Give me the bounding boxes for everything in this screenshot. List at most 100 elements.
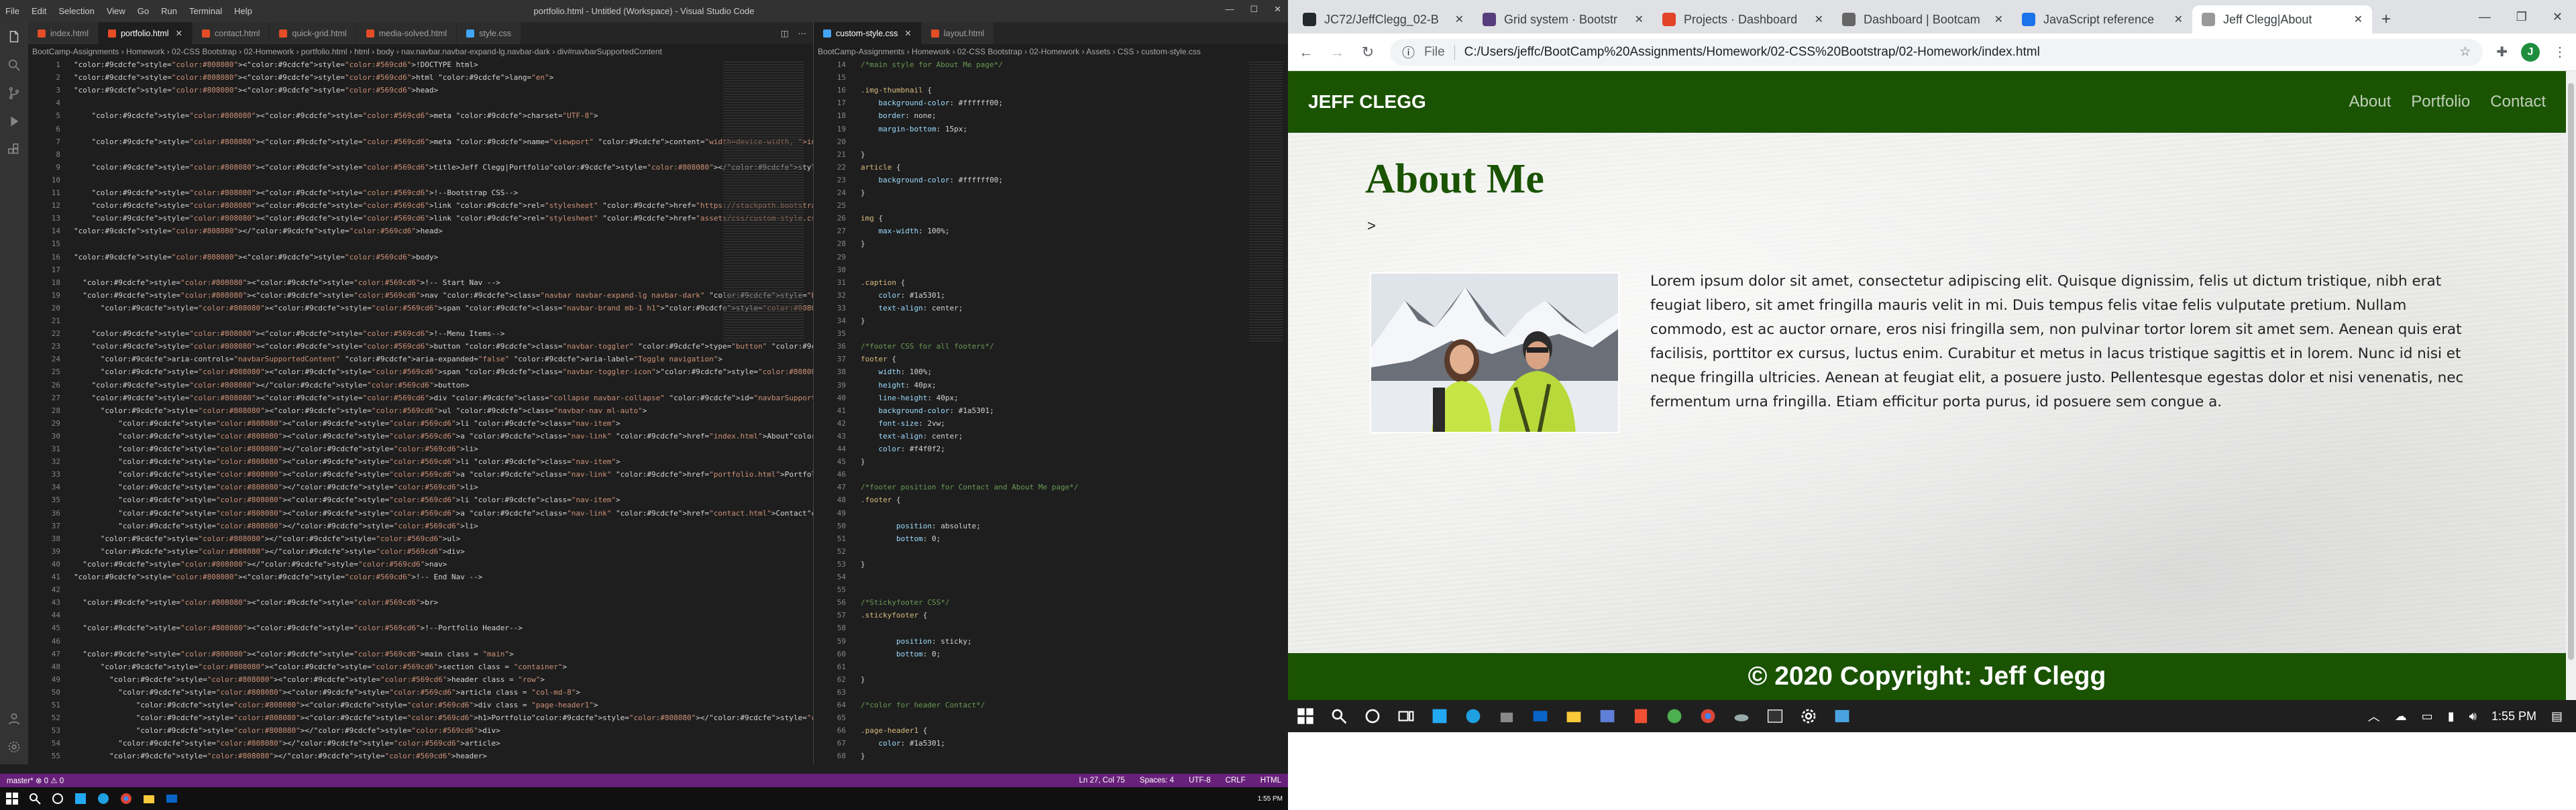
restore-icon[interactable]: ❐ — [2516, 10, 2527, 24]
mail-taskbar-icon[interactable] — [1531, 707, 1550, 726]
code-line[interactable]: } — [861, 560, 865, 569]
code-line[interactable]: "color:#9cdcfe">style="color:#808080"><"… — [74, 163, 814, 172]
photos-taskbar-icon[interactable] — [1598, 707, 1617, 726]
browser-tab[interactable]: Grid system · Bootstr ✕ — [1473, 5, 1653, 34]
browser-tab[interactable]: Dashboard | Bootcam ✕ — [1833, 5, 2012, 34]
search-icon[interactable] — [28, 792, 42, 805]
editor-tab[interactable]: index.html — [28, 22, 99, 44]
code-line[interactable]: "color:#9cdcfe">style="color:#808080"><"… — [74, 86, 438, 95]
menu-item[interactable]: Edit — [32, 6, 46, 16]
code-line[interactable]: background-color: #ffffff00; — [861, 99, 1003, 107]
code-line[interactable]: "color:#9cdcfe">style="color:#808080"><"… — [74, 137, 814, 146]
editor-tab[interactable]: media-solved.html — [356, 22, 458, 44]
navbar-brand[interactable]: JEFF CLEGG — [1308, 91, 1426, 113]
chevron-up-icon[interactable]: ︿ — [2368, 707, 2380, 725]
chrome-menu-icon[interactable]: ⋮ — [2553, 44, 2567, 60]
more-actions-icon[interactable]: ⋯ — [798, 28, 807, 38]
clock[interactable]: 1:55 PM — [1258, 795, 1288, 803]
chrome-taskbar-icon[interactable] — [1699, 707, 1717, 726]
nav-link-about[interactable]: About — [2349, 93, 2392, 111]
code-line[interactable]: /*footer CSS for all footers*/ — [861, 342, 994, 351]
code-line[interactable]: "color:#9cdcfe">style="color:#808080"></… — [74, 381, 470, 390]
code-line[interactable]: "color:#9cdcfe">style="color:#808080"><"… — [74, 470, 813, 479]
browser-tab[interactable]: JC72/JeffClegg_02-B ✕ — [1293, 5, 1473, 34]
terminal-taskbar-icon[interactable] — [1766, 707, 1784, 726]
code-line[interactable]: font-size: 2vw; — [861, 419, 945, 428]
address-url[interactable]: C:/Users/jeffc/BootCamp%20Assignments/Ho… — [1464, 45, 2040, 60]
code-line[interactable]: "color:#9cdcfe">style="color:#808080"><"… — [74, 60, 478, 69]
menu-item[interactable]: Go — [138, 6, 149, 16]
code-line[interactable]: "color:#9cdcfe">style="color:#808080"><"… — [74, 278, 500, 287]
explorer-taskbar-icon[interactable] — [142, 792, 156, 805]
status-item[interactable]: UTF-8 — [1189, 776, 1211, 785]
vscode-taskbar-icon[interactable] — [74, 792, 87, 805]
code-line[interactable]: .img-thumbnail { — [861, 86, 932, 95]
git-taskbar-icon[interactable] — [1631, 707, 1650, 726]
code-line[interactable]: width: 100%; — [861, 367, 932, 376]
profile-avatar[interactable]: J — [2521, 42, 2540, 62]
code-line[interactable]: text-align: center; — [861, 432, 963, 441]
menu-item[interactable]: Selection — [58, 6, 94, 16]
code-line[interactable]: "color:#9cdcfe">style="color:#808080"><"… — [74, 214, 814, 223]
extensions-puzzle-icon[interactable]: ✚ — [2496, 44, 2508, 60]
code-line[interactable]: article { — [861, 163, 901, 172]
status-item[interactable]: Ln 27, Col 75 — [1079, 776, 1124, 785]
code-line[interactable]: "color:#9cdcfe">style="color:#808080"><"… — [74, 432, 813, 441]
code-line[interactable]: "color:#9cdcfe">style="color:#808080"><"… — [74, 688, 580, 697]
code-line[interactable]: .caption { — [861, 278, 905, 287]
notifications-icon[interactable]: ▤ — [2551, 709, 2563, 724]
code-line[interactable]: "color:#9cdcfe">style="color:#808080"><"… — [74, 201, 814, 210]
close-icon[interactable]: ✕ — [2553, 10, 2563, 24]
battery-icon[interactable]: ▮ — [2448, 709, 2455, 724]
code-line[interactable]: "color:#9cdcfe">style="color:#808080"><"… — [74, 496, 620, 504]
image-viewer-taskbar-icon[interactable] — [1833, 707, 1851, 726]
code-line[interactable]: "color:#9cdcfe">style="color:#808080"></… — [74, 547, 465, 556]
code-line[interactable]: "color:#9cdcfe">style="color:#808080"></… — [74, 534, 460, 543]
network-icon[interactable]: ▭ — [2422, 709, 2433, 724]
code-line[interactable]: "color:#9cdcfe">style="color:#808080"></… — [74, 560, 447, 569]
code-line[interactable]: img { — [861, 214, 883, 223]
code-line[interactable]: } — [861, 150, 865, 159]
code-editor-left[interactable]: 1 "color:#9cdcfe">style="color:#808080"><… — [28, 59, 813, 764]
address-bar[interactable]: ⓘ File C:/Users/jeffc/BootCamp%20Assignm… — [1390, 38, 2483, 66]
run-debug-icon[interactable] — [6, 113, 22, 129]
code-line[interactable]: "color:#9cdcfe">style="color:#808080"><"… — [74, 713, 813, 722]
code-line[interactable]: border: none; — [861, 111, 936, 120]
menu-item[interactable]: View — [107, 6, 125, 16]
chrome-taskbar-icon[interactable] — [119, 792, 133, 805]
back-arrow-icon[interactable]: ← — [1297, 44, 1315, 61]
browser-tab[interactable]: Jeff Clegg|About ✕ — [2192, 5, 2372, 34]
settings-gear-icon[interactable] — [1799, 707, 1818, 726]
store-taskbar-icon[interactable] — [1497, 707, 1516, 726]
reload-icon[interactable]: ↻ — [1359, 44, 1377, 61]
code-line[interactable]: } — [861, 188, 865, 197]
code-line[interactable]: "color:#9cdcfe">style="color:#808080"><"… — [74, 304, 813, 312]
code-line[interactable]: "color:#9cdcfe">style="color:#808080"></… — [74, 445, 478, 453]
explorer-taskbar-icon[interactable] — [1564, 707, 1583, 726]
extensions-icon[interactable] — [6, 141, 22, 158]
code-line[interactable]: color: #f4f0f2; — [861, 445, 945, 453]
bookmark-star-icon[interactable]: ☆ — [2459, 44, 2471, 60]
code-line[interactable]: "color:#9cdcfe">style="color:#808080"><"… — [74, 111, 598, 120]
maximize-icon[interactable]: ☐ — [1250, 4, 1258, 15]
code-line[interactable]: /*footer position for Contact and About … — [861, 483, 1079, 491]
minimize-icon[interactable]: — — [1225, 4, 1234, 15]
editor-tab[interactable]: portfolio.html ✕ — [98, 22, 193, 44]
code-line[interactable]: "color:#9cdcfe">style="color:#808080"></… — [74, 726, 500, 735]
source-control-icon[interactable] — [6, 85, 22, 101]
status-item[interactable]: Spaces: 4 — [1140, 776, 1174, 785]
page-scrollbar[interactable] — [2566, 71, 2576, 700]
search-icon[interactable] — [6, 57, 22, 73]
code-line[interactable]: "color:#9cdcfe">style="color:#808080"><"… — [74, 73, 553, 82]
code-line[interactable]: .page-header1 { — [861, 726, 927, 735]
account-icon[interactable] — [6, 711, 22, 727]
code-line[interactable]: "color:#9cdcfe">style="color:#808080"><"… — [74, 598, 438, 607]
code-line[interactable]: "color:#9cdcfe">style="color:#808080"><"… — [74, 367, 813, 376]
code-line[interactable]: position: absolute; — [861, 522, 981, 530]
code-line[interactable]: color: #1a5301; — [861, 739, 945, 748]
menu-item[interactable]: Help — [234, 6, 252, 16]
menu-item[interactable]: Run — [161, 6, 177, 16]
code-line[interactable]: .footer { — [861, 496, 901, 504]
code-line[interactable]: bottom: 0; — [861, 650, 941, 658]
editor-tab[interactable]: custom-style.css ✕ — [814, 22, 922, 44]
